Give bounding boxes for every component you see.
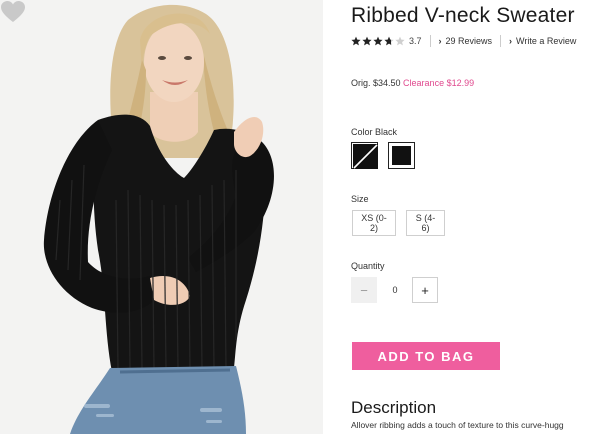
quantity-decrement-button[interactable]: − [351, 277, 377, 303]
description-heading: Description [351, 398, 437, 417]
reviews-link-label: 29 Reviews [445, 36, 493, 46]
quantity-value[interactable]: 0 [382, 277, 408, 303]
no-image-swatch-icon [353, 144, 378, 169]
color-label: Color Black [351, 127, 398, 137]
reviews-link[interactable]: › 29 Reviews [439, 36, 493, 46]
star-icon [395, 36, 405, 46]
star-icon [351, 36, 361, 46]
model-illustration [43, 4, 274, 434]
rating-stars [351, 36, 405, 46]
heart-icon[interactable] [0, 0, 26, 24]
add-to-bag-button[interactable]: ADD TO BAG [352, 342, 500, 370]
clearance-price: Clearance $12.99 [403, 78, 475, 88]
divider [500, 35, 502, 47]
size-option-xs[interactable]: XS (0-2) [352, 210, 396, 236]
size-option-s[interactable]: S (4-6) [406, 210, 445, 236]
star-icon [384, 36, 394, 46]
product-details: Ribbed V-neck Sweater 3.7 › 29 Reviews ›… [351, 0, 600, 434]
chevron-right-icon: › [438, 36, 442, 46]
star-icon [362, 36, 372, 46]
star-icon [373, 36, 383, 46]
description-text: Allover ribbing adds a touch of texture … [351, 420, 564, 430]
rating-row: 3.7 › 29 Reviews › Write a Review [351, 34, 600, 48]
original-price: Orig. $34.50 [351, 78, 401, 88]
swatch-fill [392, 146, 411, 165]
color-swatch-unavailable[interactable] [351, 142, 378, 169]
product-image [0, 0, 323, 434]
divider [429, 35, 431, 47]
write-review-link[interactable]: › Write a Review [509, 36, 576, 46]
price: Orig. $34.50 Clearance $12.99 [351, 78, 474, 88]
quantity-increment-button[interactable]: + [412, 277, 438, 303]
product-title: Ribbed V-neck Sweater [351, 4, 575, 27]
rating-score: 3.7 [409, 36, 422, 46]
quantity-label: Quantity [351, 261, 385, 271]
chevron-right-icon: › [509, 36, 513, 46]
color-swatch-black[interactable] [388, 142, 415, 169]
write-review-label: Write a Review [516, 36, 577, 46]
size-label: Size [351, 194, 369, 204]
